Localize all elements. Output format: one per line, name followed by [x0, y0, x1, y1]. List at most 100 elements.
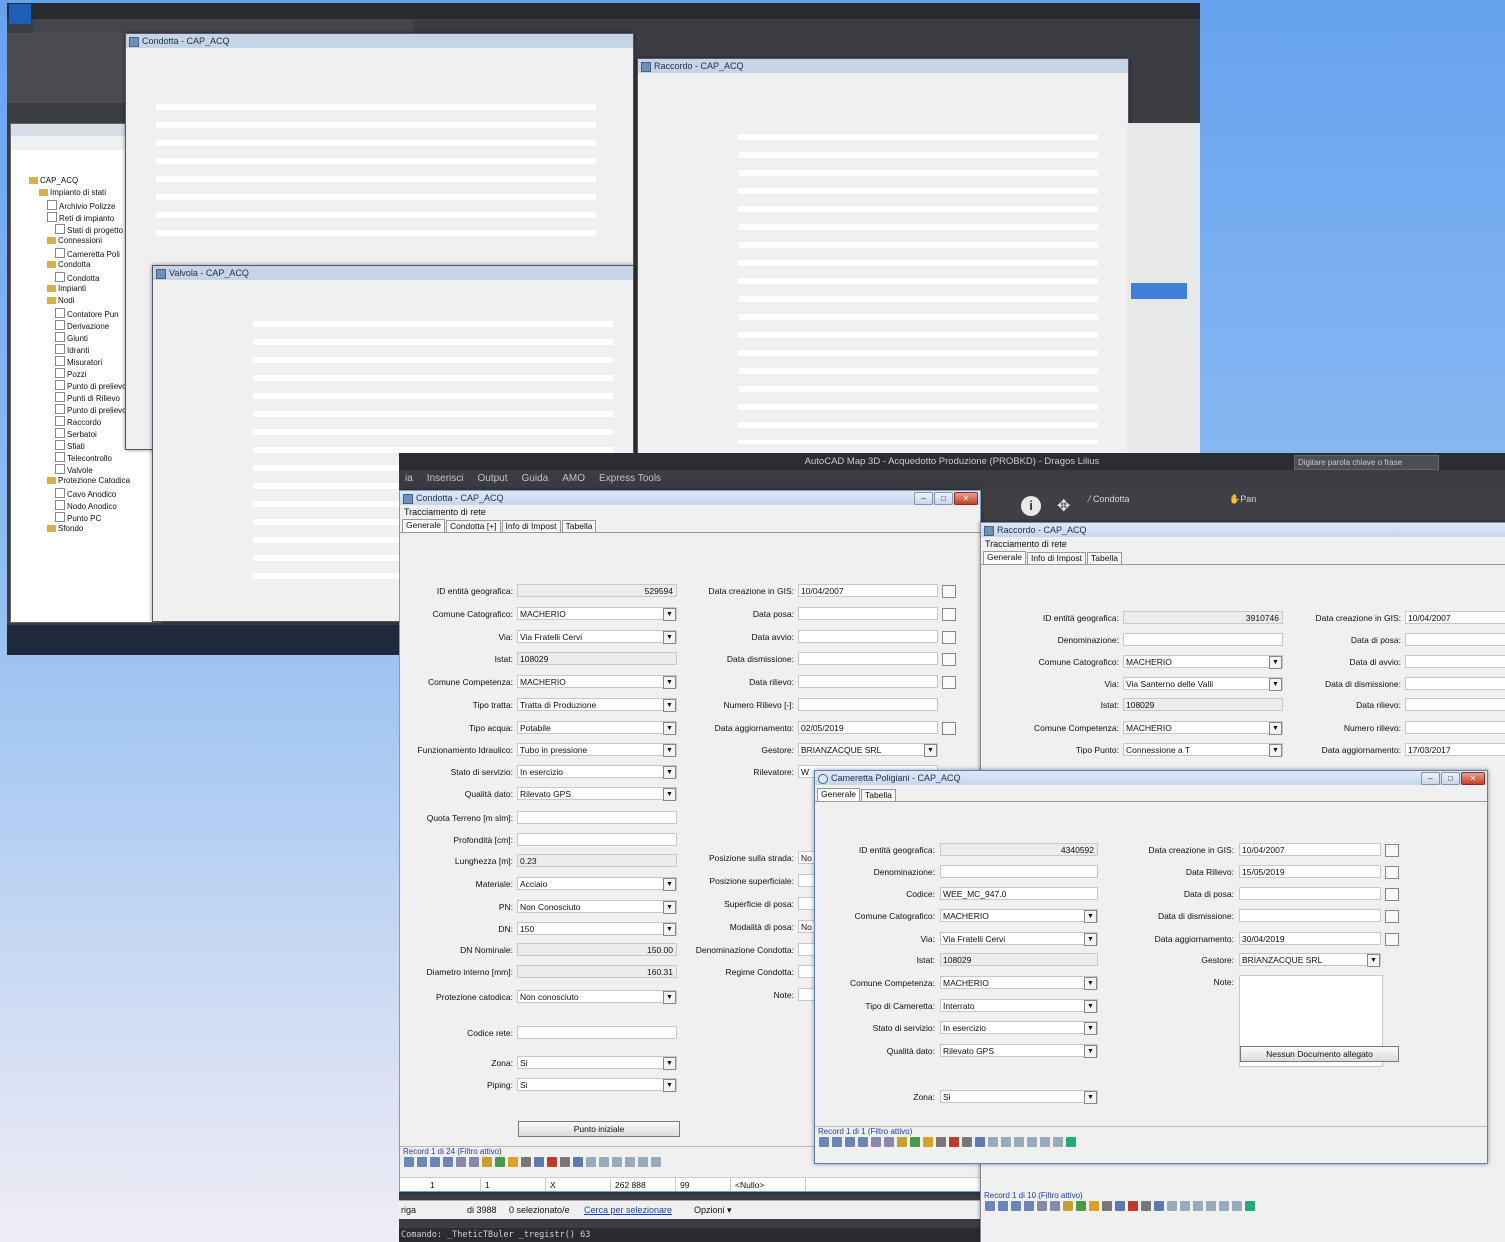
grid-icon[interactable]: [534, 1157, 544, 1167]
add-icon[interactable]: [1089, 1201, 1099, 1211]
edit-icon[interactable]: [897, 1137, 907, 1147]
close-button[interactable]: ✕: [954, 492, 978, 505]
calendar-icon[interactable]: [1385, 888, 1399, 901]
last-record-icon[interactable]: [1024, 1201, 1034, 1211]
print-icon[interactable]: [638, 1157, 648, 1167]
field-value[interactable]: BRIANZACQUE SRL: [1239, 953, 1381, 966]
pin-icon[interactable]: [1066, 1137, 1076, 1147]
field-value[interactable]: Non conosciuto: [517, 990, 677, 1003]
field-value[interactable]: 10/04/2007: [798, 584, 938, 597]
menu-item-output[interactable]: Output: [477, 470, 507, 488]
copy-icon[interactable]: [625, 1157, 635, 1167]
select-icon[interactable]: [1037, 1201, 1047, 1211]
prev-record-icon[interactable]: [832, 1137, 842, 1147]
settings-icon[interactable]: [1102, 1201, 1112, 1211]
command-line[interactable]: Comando: _TheticTBuler _tregistr() 63: [399, 1228, 991, 1242]
delete-icon[interactable]: [1128, 1201, 1138, 1211]
zoom-in-icon[interactable]: [1154, 1201, 1164, 1211]
tab-tabella[interactable]: Tabella: [860, 789, 896, 801]
menu-item-express[interactable]: Express Tools: [599, 470, 661, 488]
chevron-down-icon[interactable]: ▼: [1084, 1045, 1097, 1058]
add-icon[interactable]: [508, 1157, 518, 1167]
field-value[interactable]: [1405, 633, 1505, 646]
chevron-down-icon[interactable]: ▼: [1084, 1022, 1097, 1035]
tab-generale[interactable]: Generale: [402, 519, 445, 532]
table-icon[interactable]: [1193, 1201, 1203, 1211]
prev-record-icon[interactable]: [998, 1201, 1008, 1211]
field-value[interactable]: [1123, 633, 1283, 646]
field-value[interactable]: [517, 811, 677, 824]
field-value[interactable]: Si: [517, 1078, 677, 1091]
chevron-down-icon[interactable]: ▼: [663, 722, 676, 735]
tab-info-impost[interactable]: Info di Impost: [501, 520, 561, 532]
field-value[interactable]: In esercizio: [940, 1021, 1098, 1034]
field-value[interactable]: In esercizio: [517, 765, 677, 778]
zona-field[interactable]: Si: [940, 1090, 1098, 1103]
chevron-down-icon[interactable]: ▼: [1084, 1091, 1097, 1104]
field-value[interactable]: MACHERIO: [517, 675, 677, 688]
last-record-icon[interactable]: [443, 1157, 453, 1167]
menu-item-view[interactable]: ia: [405, 470, 413, 488]
calendar-icon[interactable]: [942, 722, 956, 735]
calendar-icon[interactable]: [942, 585, 956, 598]
zoom-icon[interactable]: [495, 1157, 505, 1167]
chevron-down-icon[interactable]: ▼: [663, 901, 676, 914]
calendar-icon[interactable]: [1385, 844, 1399, 857]
field-value[interactable]: Tratta di Produzione: [517, 698, 677, 711]
field-value[interactable]: [517, 833, 677, 846]
minimize-button[interactable]: –: [914, 492, 933, 505]
field-value[interactable]: 150: [517, 922, 677, 935]
punto-iniziale-button[interactable]: Punto iniziale: [518, 1121, 680, 1137]
edit-icon[interactable]: [482, 1157, 492, 1167]
edit-icon[interactable]: [1063, 1201, 1073, 1211]
documenti-allegati-button[interactable]: Nessun Documento allegato: [1240, 1046, 1399, 1062]
select-link[interactable]: Cerca per selezionare: [584, 1201, 672, 1219]
menu-item-help[interactable]: Guida: [522, 470, 549, 488]
chevron-down-icon[interactable]: ▼: [663, 608, 676, 621]
filter-icon[interactable]: [469, 1157, 479, 1167]
chevron-down-icon[interactable]: ▼: [663, 788, 676, 801]
field-value[interactable]: Via Fratelli Cervi: [517, 630, 677, 643]
zoom-icon[interactable]: [910, 1137, 920, 1147]
zoom-in-icon[interactable]: [975, 1137, 985, 1147]
field-value[interactable]: [1405, 721, 1505, 734]
chevron-down-icon[interactable]: ▼: [1084, 910, 1097, 923]
field-value[interactable]: 17/03/2017: [1405, 743, 1505, 756]
prev-record-icon[interactable]: [417, 1157, 427, 1167]
chevron-down-icon[interactable]: ▼: [663, 991, 676, 1004]
chevron-down-icon[interactable]: ▼: [1269, 678, 1282, 691]
filter-icon[interactable]: [1050, 1201, 1060, 1211]
grid-icon[interactable]: [1115, 1201, 1125, 1211]
field-value[interactable]: Rilevato GPS: [517, 787, 677, 800]
tab-condotta[interactable]: Condotta [+]: [445, 520, 501, 532]
first-record-icon[interactable]: [819, 1137, 829, 1147]
field-value[interactable]: 02/05/2019: [798, 721, 938, 734]
tab-tabella[interactable]: Tabella: [561, 520, 597, 532]
delete-icon[interactable]: [547, 1157, 557, 1167]
search-input[interactable]: Digitare parola chiave o frase: [1294, 455, 1439, 470]
select-icon[interactable]: [456, 1157, 466, 1167]
chevron-down-icon[interactable]: ▼: [1269, 722, 1282, 735]
zoom-in-icon[interactable]: [573, 1157, 583, 1167]
chevron-down-icon[interactable]: ▼: [663, 699, 676, 712]
menu-item-insert[interactable]: Inserisci: [427, 470, 464, 488]
chevron-down-icon[interactable]: ▼: [1084, 1000, 1097, 1013]
field-value[interactable]: 10/04/2007: [1239, 843, 1381, 856]
field-value[interactable]: [1239, 909, 1381, 922]
field-value[interactable]: [798, 652, 938, 665]
print-icon[interactable]: [1219, 1201, 1229, 1211]
layer-icon[interactable]: [599, 1157, 609, 1167]
tab-generale[interactable]: Generale: [983, 551, 1026, 564]
field-value[interactable]: Tubo in pressione: [517, 743, 677, 756]
move-icon[interactable]: ✥: [1057, 496, 1070, 516]
field-value[interactable]: MACHERIO: [940, 909, 1098, 922]
calendar-icon[interactable]: [942, 608, 956, 621]
tab-generale[interactable]: Generale: [817, 788, 860, 801]
field-value[interactable]: 30/04/2019: [1239, 932, 1381, 945]
maximize-button[interactable]: □: [934, 492, 953, 505]
settings-icon[interactable]: [936, 1137, 946, 1147]
first-record-icon[interactable]: [404, 1157, 414, 1167]
minimize-button[interactable]: –: [1421, 772, 1440, 785]
chevron-down-icon[interactable]: ▼: [1269, 744, 1282, 757]
next-record-icon[interactable]: [1011, 1201, 1021, 1211]
